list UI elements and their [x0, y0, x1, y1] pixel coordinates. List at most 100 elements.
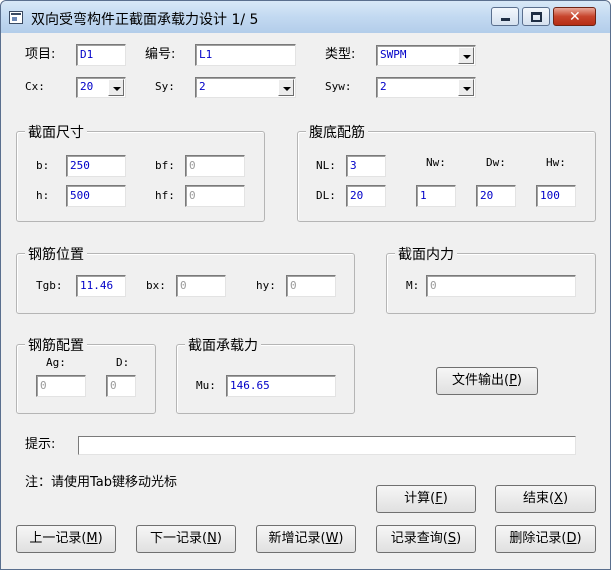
syw-label: Syw:: [325, 80, 352, 93]
dw-input[interactable]: 20: [476, 185, 516, 207]
file-output-button[interactable]: 文件输出(P): [436, 367, 538, 395]
h-label: h:: [36, 189, 50, 202]
sy-select[interactable]: 2: [195, 77, 296, 98]
hy-label: hy:: [256, 279, 276, 292]
tgb-input[interactable]: 11.46: [76, 275, 126, 297]
cx-label: Cx:: [25, 80, 45, 93]
mu-input[interactable]: 146.65: [226, 375, 336, 397]
dw-label: Dw:: [486, 156, 506, 169]
query-record-button[interactable]: 记录查询(S): [376, 525, 476, 553]
prev-record-key: M: [86, 531, 98, 546]
close-button[interactable]: ✕: [553, 7, 596, 26]
maximize-button[interactable]: [522, 7, 550, 26]
add-record-label: 新增记录(: [268, 531, 326, 546]
chevron-down-icon[interactable]: [458, 47, 474, 64]
rebar-position-title: 钢筋位置: [25, 244, 87, 264]
calculate-label: 计算(: [404, 491, 436, 506]
project-label: 项目:: [25, 47, 56, 62]
number-input[interactable]: L1: [195, 44, 296, 66]
query-record-label: 记录查询(: [390, 531, 448, 546]
dl-input[interactable]: 20: [346, 185, 386, 207]
b-input[interactable]: 250: [66, 155, 126, 177]
chevron-down-icon[interactable]: [458, 79, 474, 96]
hw-input[interactable]: 100: [536, 185, 576, 207]
finish-key: X: [554, 491, 563, 506]
nl-label: NL:: [316, 159, 336, 172]
web-rebar-group: 腹底配筋: [297, 122, 596, 222]
nw-input[interactable]: 1: [416, 185, 456, 207]
section-size-title: 截面尺寸: [25, 122, 87, 142]
cx-select-value: 20: [80, 80, 94, 93]
h-input[interactable]: 500: [66, 185, 126, 207]
project-input[interactable]: D1: [76, 44, 126, 66]
sy-select-value: 2: [199, 80, 206, 93]
tab-note: 注：请使用Tab键移动光标: [25, 475, 178, 490]
calculate-key: F: [435, 491, 443, 506]
hf-input[interactable]: 0: [185, 185, 245, 207]
next-record-end: ): [216, 531, 222, 546]
hint-label: 提示:: [25, 437, 56, 452]
mu-label: Mu:: [196, 379, 216, 392]
nw-label: Nw:: [426, 156, 446, 169]
add-record-button[interactable]: 新增记录(W): [256, 525, 356, 553]
rebar-config-title: 钢筋配置: [25, 335, 87, 355]
bf-input[interactable]: 0: [185, 155, 245, 177]
file-output-label: 文件输出(: [452, 373, 510, 388]
d-label: D:: [116, 356, 130, 369]
next-record-key: N: [207, 531, 217, 546]
m-input[interactable]: 0: [426, 275, 576, 297]
prev-record-label: 上一记录(: [29, 531, 87, 546]
delete-record-end: ): [576, 531, 582, 546]
next-record-button[interactable]: 下一记录(N): [136, 525, 236, 553]
close-icon: ✕: [569, 9, 581, 25]
prev-record-end: ): [97, 531, 103, 546]
sy-label: Sy:: [155, 80, 175, 93]
cx-select[interactable]: 20: [76, 77, 126, 98]
nl-input[interactable]: 3: [346, 155, 386, 177]
bx-input[interactable]: 0: [176, 275, 226, 297]
b-label: b:: [36, 159, 50, 172]
internal-force-title: 截面内力: [395, 244, 457, 264]
hy-input[interactable]: 0: [286, 275, 336, 297]
delete-record-key: D: [566, 531, 577, 546]
type-label: 类型:: [325, 47, 356, 62]
hw-label: Hw:: [546, 156, 566, 169]
finish-button[interactable]: 结束(X): [495, 485, 596, 513]
delete-record-label: 删除记录(: [509, 531, 567, 546]
bx-label: bx:: [146, 279, 166, 292]
type-select[interactable]: SWPM: [376, 45, 476, 66]
maximize-icon: [531, 12, 542, 22]
capacity-title: 截面承载力: [185, 335, 261, 355]
minimize-button[interactable]: [491, 7, 519, 26]
file-output-end: ): [516, 373, 522, 388]
file-output-key: P: [509, 373, 517, 388]
m-label: M:: [406, 279, 420, 292]
prev-record-button[interactable]: 上一记录(M): [16, 525, 116, 553]
bf-label: bf:: [155, 159, 175, 172]
tgb-label: Tgb:: [36, 279, 63, 292]
dl-label: DL:: [316, 189, 336, 202]
syw-select[interactable]: 2: [376, 77, 476, 98]
web-rebar-title: 腹底配筋: [306, 122, 368, 142]
delete-record-button[interactable]: 删除记录(D): [495, 525, 596, 553]
d-input[interactable]: 0: [106, 375, 136, 397]
finish-label: 结束(: [522, 491, 555, 506]
ag-label: Ag:: [46, 356, 66, 369]
hf-label: hf:: [155, 189, 175, 202]
finish-end: ): [562, 491, 569, 506]
next-record-label: 下一记录(: [150, 531, 208, 546]
calculate-button[interactable]: 计算(F): [376, 485, 476, 513]
title-bar[interactable]: 双向受弯构件正截面承载力设计 1/ 5 ✕: [1, 1, 610, 33]
query-record-end: ): [456, 531, 462, 546]
ag-input[interactable]: 0: [36, 375, 86, 397]
calculate-end: ): [442, 491, 448, 506]
number-label: 编号:: [145, 47, 176, 62]
chevron-down-icon[interactable]: [278, 79, 294, 96]
app-icon: [9, 11, 23, 24]
syw-select-value: 2: [380, 80, 387, 93]
minimize-icon: [501, 18, 510, 21]
window-title: 双向受弯构件正截面承载力设计 1/ 5: [31, 12, 259, 28]
hint-field: [78, 436, 576, 455]
query-record-key: S: [447, 531, 457, 546]
chevron-down-icon[interactable]: [108, 79, 124, 96]
